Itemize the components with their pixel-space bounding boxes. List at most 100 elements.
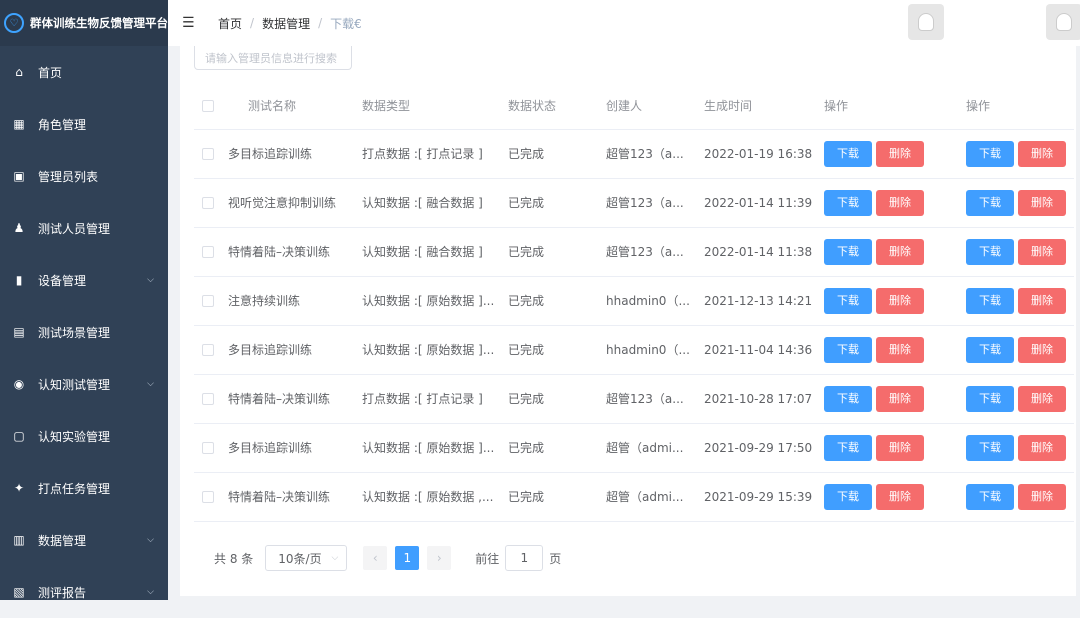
delete-button[interactable]: 删除 [876,140,924,167]
chevron-down-icon: ⌵ [147,379,154,389]
sidebar-item[interactable]: ♟ 测试人员管理 [0,202,168,254]
download-button[interactable]: 下载 [966,385,1014,412]
sidebar-menu: ⌂ 首页 ▦ 角色管理 ▣ 管理员列表 ♟ 测试人员管理 ▮ 设备管理 ⌵ ▤ 测试场景管理 ◉ 认知测试管… [0,46,168,618]
hamburger-icon[interactable]: ☰ [182,15,196,31]
cell-type: 认知数据 :[ 原始数据 ,... [362,472,508,522]
sidebar-item[interactable]: ⌂ 首页 [0,46,168,98]
download-button[interactable]: 下载 [966,434,1014,461]
breadcrumb: 首页 / 数据管理 / 下载€ [218,15,362,32]
home-icon: ⌂ [15,65,23,79]
row-checkbox[interactable] [202,147,214,160]
download-button[interactable]: 下载 [966,238,1014,265]
delete-button[interactable]: 删除 [1018,238,1066,265]
table-row: 多目标追踪训练 打点数据 :[ 打点记录 ] 已完成 超管123（a... 2022-0… [194,129,1074,179]
download-button[interactable]: 下载 [966,336,1014,363]
row-checkbox[interactable] [202,294,214,307]
goto-label: 前往 [475,551,500,566]
download-button[interactable]: 下载 [824,189,872,216]
next-page-button[interactable]: › [427,546,452,570]
cell-type: 认知数据 :[ 融合数据 ] [362,227,508,277]
sidebar-item[interactable]: ✦ 打点任务管理 [0,462,168,514]
sidebar-item-label: 角色管理 [38,117,87,132]
chevron-down-icon: ⌵ [147,587,154,597]
search-input[interactable]: 请输入管理员信息进行搜索 [194,46,352,70]
lab-icon: ▢ [13,429,25,443]
cell-type: 认知数据 :[ 融合数据 ] [362,178,508,228]
row-checkbox[interactable] [202,441,214,454]
table-row: 多目标追踪训练 认知数据 :[ 原始数据 ]... 已完成 超管（admi... 202… [194,423,1074,473]
sidebar-item[interactable]: ▤ 测试场景管理 [0,306,168,358]
download-button[interactable]: 下载 [966,483,1014,510]
delete-button[interactable]: 删除 [1018,189,1066,216]
delete-button[interactable]: 删除 [876,483,924,510]
delete-button[interactable]: 删除 [1018,434,1066,461]
download-button[interactable]: 下载 [966,140,1014,167]
download-button[interactable]: 下载 [824,385,872,412]
main-content: 请输入管理员信息进行搜索 测试名称 数据类型 数据状态 创建人 生成时间 操作 … [180,46,1076,596]
row-checkbox[interactable] [202,196,214,209]
cell-creator: 超管123（a... [606,227,704,277]
download-button[interactable]: 下载 [824,238,872,265]
cell-name: 特情着陆–决策训练 [228,472,362,522]
row-checkbox[interactable] [202,392,214,405]
download-button[interactable]: 下载 [824,483,872,510]
sidebar-item[interactable]: ▧ 测评报告 ⌵ [0,566,168,618]
avatar[interactable] [908,4,944,40]
column-header: 创建人 [606,83,704,130]
delete-button[interactable]: 删除 [1018,336,1066,363]
goto-page-input[interactable]: 1 [505,545,544,571]
cell-type: 打点数据 :[ 打点记录 ] [362,129,508,179]
download-button[interactable]: 下载 [824,140,872,167]
avatar[interactable] [1046,4,1080,40]
breadcrumb-current: 下载€ [330,16,362,31]
sidebar-item[interactable]: ▣ 管理员列表 [0,150,168,202]
report-icon: ▧ [13,585,25,599]
cell-status: 已完成 [508,178,606,228]
sidebar-item[interactable]: ▮ 设备管理 ⌵ [0,254,168,306]
download-button[interactable]: 下载 [824,434,872,461]
sidebar-item[interactable]: ▦ 角色管理 [0,98,168,150]
delete-button[interactable]: 删除 [876,287,924,314]
prev-page-button[interactable]: ‹ [363,546,388,570]
breadcrumb-section[interactable]: 数据管理 [262,15,310,32]
breadcrumb-home[interactable]: 首页 [218,15,242,32]
delete-button[interactable]: 删除 [1018,483,1066,510]
download-button[interactable]: 下载 [824,287,872,314]
delete-button[interactable]: 删除 [876,434,924,461]
sidebar: ♡ 群体训练生物反馈管理平台 ⌂ 首页 ▦ 角色管理 ▣ 管理员列表 ♟ 测试人员管理 ▮ 设备管… [0,0,168,600]
sidebar-item-label: 打点任务管理 [38,481,111,496]
row-checkbox[interactable] [202,245,214,258]
sidebar-item-label: 首页 [38,65,63,80]
sidebar-item[interactable]: ▥ 数据管理 ⌵ [0,514,168,566]
download-button[interactable]: 下载 [966,287,1014,314]
pagination: 共 8 条 10条/页 ⌵ ‹ 1 › 前往 1 页 [194,530,1074,586]
delete-button[interactable]: 删除 [1018,287,1066,314]
page-size-select[interactable]: 10条/页 ⌵ [265,545,348,571]
select-all-checkbox[interactable] [202,99,214,112]
page-number-button[interactable]: 1 [395,546,420,570]
cell-time: 2021-09-29 17:50 [704,423,824,473]
user-icon [1056,13,1072,31]
delete-button[interactable]: 删除 [876,336,924,363]
delete-button[interactable]: 删除 [1018,140,1066,167]
id-card-icon: ▣ [13,169,25,183]
cell-time: 2021-10-28 17:07 [704,374,824,424]
users-icon: ♟ [13,221,25,235]
delete-button[interactable]: 删除 [1018,385,1066,412]
sidebar-item-label: 测评报告 [38,585,87,600]
cell-type: 认知数据 :[ 原始数据 ]... [362,423,508,473]
table-row: 视听觉注意抑制训练 认知数据 :[ 融合数据 ] 已完成 超管123（a... 2022… [194,178,1074,228]
cell-creator: hhadmin0（... [606,276,704,326]
delete-button[interactable]: 删除 [876,189,924,216]
cell-creator: hhadmin0（... [606,325,704,375]
delete-button[interactable]: 删除 [876,238,924,265]
sidebar-item-label: 测试场景管理 [38,325,111,340]
download-button[interactable]: 下载 [966,189,1014,216]
sidebar-item[interactable]: ◉ 认知测试管理 ⌵ [0,358,168,410]
sidebar-item[interactable]: ▢ 认知实验管理 [0,410,168,462]
chevron-down-icon: ⌵ [147,535,154,545]
download-button[interactable]: 下载 [824,336,872,363]
row-checkbox[interactable] [202,343,214,356]
row-checkbox[interactable] [202,490,214,503]
delete-button[interactable]: 删除 [876,385,924,412]
